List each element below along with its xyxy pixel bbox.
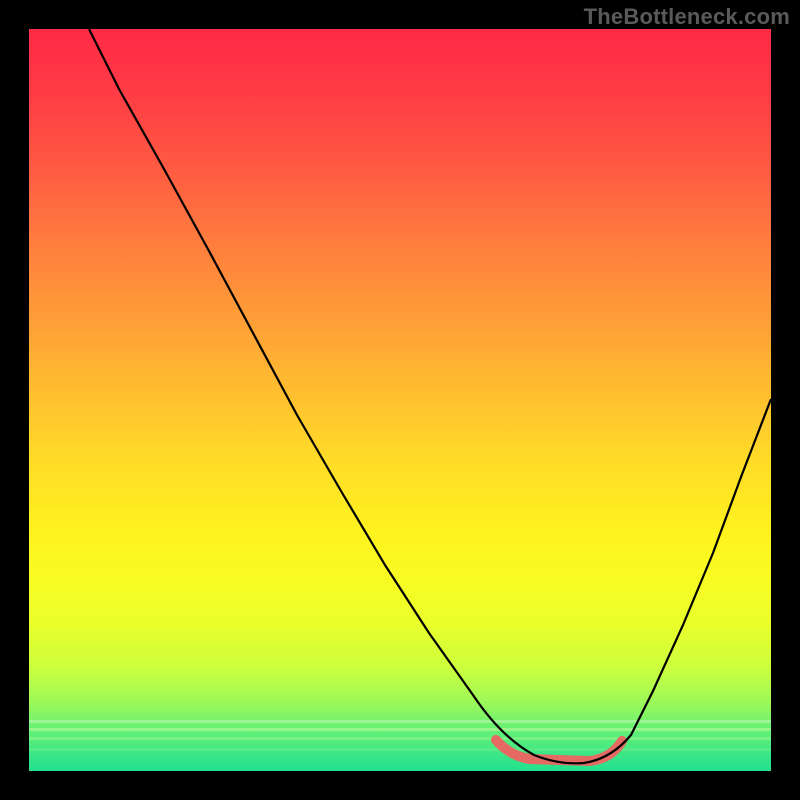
curve-layer [29, 29, 771, 771]
watermark-text: TheBottleneck.com [584, 4, 790, 30]
bottleneck-curve [89, 29, 771, 763]
chart-frame: TheBottleneck.com [0, 0, 800, 800]
plot-area [29, 29, 771, 771]
